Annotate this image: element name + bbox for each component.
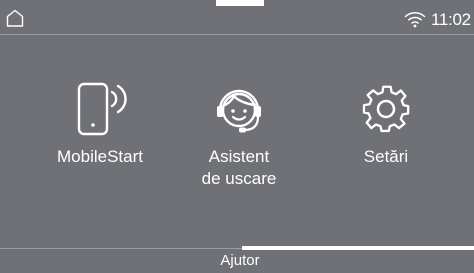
help-button[interactable]: Ajutor xyxy=(180,251,300,273)
status-divider xyxy=(0,34,474,35)
status-bar: 11:02 xyxy=(0,0,474,34)
settings-tile[interactable]: Setări xyxy=(316,80,456,168)
home-screen: 11:02 MobileStart Asistent de uscare Set… xyxy=(0,0,474,273)
clock: 11:02 xyxy=(431,10,471,29)
settings-label: Setări xyxy=(363,147,409,166)
home-icon[interactable] xyxy=(6,9,24,27)
drying-assistant-label: Asistent de uscare xyxy=(201,147,277,188)
headset-assistant-icon xyxy=(217,89,261,133)
mobile-phone-signal-icon xyxy=(77,82,127,136)
mobilestart-label: MobileStart xyxy=(57,147,143,166)
drying-assistant-tile[interactable]: Asistent de uscare xyxy=(169,80,309,190)
page-indicator xyxy=(242,246,474,250)
top-pull-indicator[interactable] xyxy=(216,0,264,6)
mobilestart-tile[interactable]: MobileStart xyxy=(30,80,170,168)
wifi-icon xyxy=(404,12,426,28)
gear-icon xyxy=(362,85,410,133)
